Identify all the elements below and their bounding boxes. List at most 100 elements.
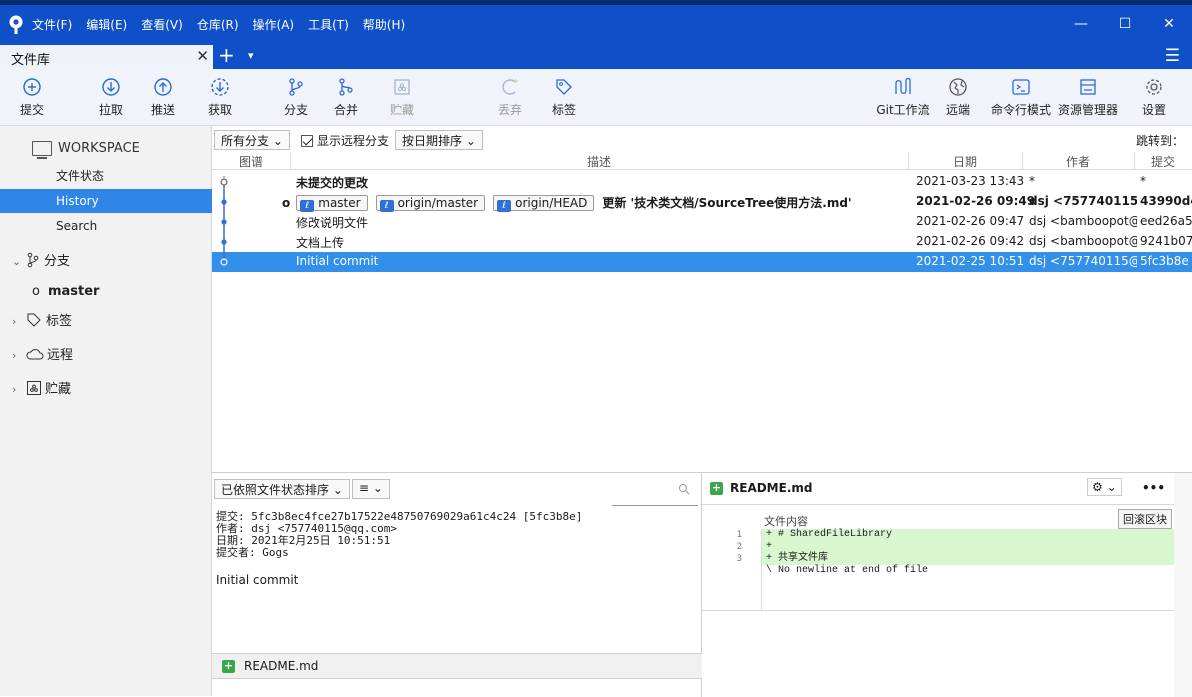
menu-actions[interactable]: 操作(A): [253, 16, 295, 33]
stash-icon: [27, 381, 41, 395]
branch-icon: ℓ: [497, 200, 512, 212]
sidebar-item-search[interactable]: Search: [0, 214, 212, 238]
chevron-down-icon: ⌄: [1106, 480, 1117, 494]
diff-line-added[interactable]: + # SharedFileLibrary: [762, 529, 1174, 541]
sidebar-item-history[interactable]: History: [0, 189, 212, 213]
branch-filter-dropdown[interactable]: 所有分支 ⌄: [214, 130, 290, 150]
chevron-right-icon: ›: [12, 349, 17, 362]
maximize-button[interactable]: ☐: [1112, 11, 1138, 37]
scroll-indicator: [612, 505, 698, 506]
ref-badge[interactable]: ℓ origin/HEAD: [493, 195, 595, 212]
close-button[interactable]: ✕: [1156, 11, 1182, 37]
column-commit[interactable]: 提交: [1134, 153, 1192, 170]
show-remote-checkbox[interactable]: 显示远程分支: [301, 132, 389, 149]
settings-button[interactable]: 设置: [1124, 75, 1184, 118]
menu-edit[interactable]: 编辑(E): [86, 16, 127, 33]
commit-date: 2021-02-25 10:51: [916, 254, 1025, 268]
filter-bar: 所有分支 ⌄ 显示远程分支 按日期排序 ⌄ 跳转到：: [212, 126, 1192, 152]
hunk-header: 文件内容: [764, 515, 808, 528]
sidebar-item-file-status[interactable]: 文件状态: [0, 164, 212, 188]
explorer-button[interactable]: 资源管理器: [1056, 75, 1120, 118]
column-description[interactable]: 描述: [290, 153, 908, 170]
more-options-icon[interactable]: •••: [1142, 481, 1165, 495]
discard-button[interactable]: 丢弃: [480, 75, 540, 118]
branch-icon: ℓ: [379, 200, 394, 212]
diff-hunk: 文件内容 回滚区块 1 2 3 + # SharedFileLibrary + …: [702, 505, 1174, 611]
menu-tools[interactable]: 工具(T): [308, 16, 349, 33]
tag-button[interactable]: 标签: [534, 75, 594, 118]
line-number-gutter: 1 2 3: [702, 529, 762, 611]
commit-row-selected[interactable]: Initial commit 2021-02-25 10:51 dsj <757…: [212, 252, 1192, 272]
sidebar-branch-master[interactable]: o master: [32, 280, 99, 304]
sidebar-group-remotes[interactable]: › 远程: [12, 344, 73, 368]
monitor-stand: [37, 157, 47, 159]
column-divider[interactable]: [1022, 152, 1023, 170]
chevron-right-icon: ›: [12, 383, 17, 396]
chevron-down-icon: ⌄: [465, 134, 476, 148]
push-button[interactable]: 推送: [133, 75, 193, 118]
fetch-button[interactable]: 获取: [190, 75, 250, 118]
diff-scrollbar[interactable]: [1174, 473, 1192, 697]
commit-row[interactable]: 修改说明文件 2021-02-26 09:47 dsj <bamboopot@q…: [212, 212, 1192, 232]
merge-button[interactable]: 合并: [316, 75, 376, 118]
diff-options-dropdown[interactable]: ⚙ ⌄: [1087, 478, 1122, 496]
close-tab-icon[interactable]: ✕: [196, 47, 209, 65]
chevron-down-icon: ⌄: [12, 255, 22, 268]
remote-button[interactable]: 远端: [928, 75, 988, 118]
file-sort-dropdown[interactable]: 已依照文件状态排序 ⌄: [214, 479, 350, 499]
ref-badge[interactable]: ℓ master: [296, 195, 368, 212]
commit-message: Initial commit: [216, 573, 299, 587]
rollback-hunk-button[interactable]: 回滚区块: [1118, 509, 1172, 529]
arrow-down-circle-icon: [81, 75, 141, 99]
tab-dropdown-icon[interactable]: ▾: [248, 44, 254, 68]
hamburger-menu-icon[interactable]: ☰: [1165, 44, 1180, 68]
commit-row[interactable]: 文档上传 2021-02-26 09:42 dsj <bamboopot@qq.…: [212, 232, 1192, 252]
diff-line-added[interactable]: +: [762, 541, 1174, 553]
chevron-down-icon: ⌄: [332, 483, 343, 497]
commit-button[interactable]: 提交: [2, 75, 62, 118]
column-author[interactable]: 作者: [1022, 153, 1134, 170]
stash-button[interactable]: 贮藏: [372, 75, 432, 118]
sort-dropdown[interactable]: 按日期排序 ⌄: [395, 130, 483, 150]
commit-date: 2021-02-26 09:42: [916, 234, 1025, 248]
menu-repository[interactable]: 仓库(R): [197, 16, 239, 33]
ref-badge[interactable]: ℓ origin/master: [375, 195, 486, 212]
column-divider[interactable]: [290, 152, 291, 170]
commit-hash: 9241b07: [1140, 234, 1192, 248]
minimize-button[interactable]: —: [1068, 11, 1094, 37]
tab-repository[interactable]: 文件库 ✕: [0, 43, 213, 69]
main-panel: 所有分支 ⌄ 显示远程分支 按日期排序 ⌄ 跳转到： 图谱 描述 日期 作者 提…: [212, 126, 1192, 697]
column-divider[interactable]: [1134, 152, 1135, 170]
sidebar-group-stashes[interactable]: › 贮藏: [12, 378, 71, 402]
menu-help[interactable]: 帮助(H): [363, 16, 405, 33]
pull-button[interactable]: 拉取: [81, 75, 141, 118]
terminal-icon: [988, 75, 1054, 99]
plus-circle-icon: [2, 75, 62, 99]
diff-file-name: README.md: [730, 481, 813, 495]
column-graph[interactable]: 图谱: [212, 153, 290, 170]
sidebar-group-tags[interactable]: › 标签: [12, 310, 72, 334]
commit-author: *: [1029, 174, 1035, 188]
sidebar-group-branches[interactable]: ⌄ 分支: [12, 250, 70, 274]
add-tab-button[interactable]: +: [218, 43, 235, 67]
menu-view[interactable]: 查看(V): [141, 16, 183, 33]
commit-hash: 43990d4: [1140, 194, 1192, 208]
search-icon[interactable]: [678, 483, 690, 495]
column-divider[interactable]: [908, 152, 909, 170]
tab-bar: 文件库 ✕ + ▾ ☰: [0, 43, 1192, 69]
column-date[interactable]: 日期: [908, 153, 1022, 170]
changed-file-item[interactable]: + README.md: [212, 653, 702, 679]
jump-to-label[interactable]: 跳转到：: [1136, 132, 1184, 149]
stashes-label: 贮藏: [45, 382, 72, 397]
list-mode-dropdown[interactable]: ≡ ⌄: [352, 479, 390, 499]
terminal-button[interactable]: 命令行模式: [988, 75, 1054, 118]
graph-node-uncommitted: [220, 178, 228, 186]
diff-line-added[interactable]: + 共享文件库: [762, 553, 1174, 565]
show-remote-label: 显示远程分支: [317, 134, 390, 148]
commit-row[interactable]: 未提交的更改 2021-03-23 13:43 * *: [212, 172, 1192, 192]
column-header: 图谱 描述 日期 作者 提交: [212, 152, 1192, 170]
diff-line-context[interactable]: \ No newline at end of file: [762, 565, 1174, 577]
commit-author: dsj <757740115@qq.com>: [1029, 254, 1137, 268]
commit-row[interactable]: o ℓ master ℓ origin/master ℓ origin/HEAD 更新 '技术…: [212, 192, 1192, 212]
menu-file[interactable]: 文件(F): [32, 16, 72, 33]
